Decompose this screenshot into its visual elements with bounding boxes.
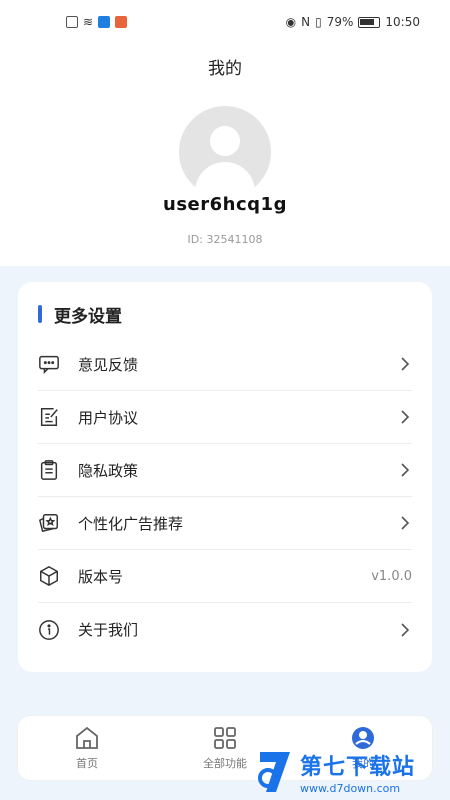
grid-icon xyxy=(214,727,236,749)
tab-home[interactable]: 首页 xyxy=(18,716,156,780)
battery-percent: 79% xyxy=(326,15,354,29)
menu-item-privacy-policy[interactable]: 隐私政策 xyxy=(38,444,412,497)
avatar-body xyxy=(195,162,255,198)
username: user6hcq1g xyxy=(163,194,287,215)
menu-item-label: 个性化广告推荐 xyxy=(78,514,184,533)
chevron-right-icon xyxy=(401,516,410,530)
status-bar: ≋ ◉ N ▯ 79% 10:50 xyxy=(0,0,450,44)
menu-item-label: 用户协议 xyxy=(78,408,139,427)
menu-item-version: 版本号 v1.0.0 xyxy=(38,550,412,603)
watermark: 第七下载站 www.d7down.com xyxy=(256,744,450,800)
page-title: 我的 xyxy=(208,59,242,79)
watermark-url: www.d7down.com xyxy=(300,782,401,795)
status-bar-left: ≋ xyxy=(66,15,128,29)
tab-label: 全部功能 xyxy=(203,757,247,770)
menu-item-feedback[interactable]: 意见反馈 xyxy=(38,338,412,391)
menu-item-label: 版本号 xyxy=(78,567,124,586)
watermark-logo-icon xyxy=(258,752,290,792)
watermark-title: 第七下载站 xyxy=(300,755,416,780)
clock: 10:50 xyxy=(385,15,420,29)
status-bar-right: ◉ N ▯ 79% 10:50 xyxy=(286,15,420,29)
chevron-right-icon xyxy=(401,357,410,371)
section-title-text: 更多设置 xyxy=(54,306,122,327)
feedback-icon xyxy=(38,353,60,375)
vibrate-icon: ▯ xyxy=(315,15,322,29)
app-notification-icon-2 xyxy=(115,16,128,28)
nfc-icon: N xyxy=(301,15,311,29)
version-value: v1.0.0 xyxy=(371,568,412,584)
menu-item-about-us[interactable]: 关于我们 xyxy=(38,603,412,656)
settings-card: 更多设置 意见反馈 用户协议 隐私政策 个性化广告推荐 版本号 v1.0.0 关… xyxy=(18,282,432,672)
menu-item-label: 关于我们 xyxy=(78,621,139,639)
app-notification-icon xyxy=(98,16,111,28)
ad-recommend-icon xyxy=(38,512,60,534)
avatar[interactable] xyxy=(179,106,271,198)
avatar-head xyxy=(210,126,240,156)
wifi-icon: ≋ xyxy=(83,15,94,29)
battery-icon xyxy=(358,16,381,28)
menu-item-label: 隐私政策 xyxy=(78,461,139,480)
info-icon xyxy=(38,619,60,641)
settings-menu: 意见反馈 用户协议 隐私政策 个性化广告推荐 版本号 v1.0.0 关于我们 xyxy=(38,338,412,656)
eye-icon: ◉ xyxy=(285,15,297,29)
cube-icon xyxy=(38,565,60,587)
chevron-right-icon xyxy=(401,410,410,424)
privacy-icon xyxy=(38,459,60,481)
menu-item-user-agreement[interactable]: 用户协议 xyxy=(38,391,412,444)
chevron-right-icon xyxy=(401,463,410,477)
watermark-text: 第七下载站 www.d7down.com xyxy=(300,749,415,795)
menu-item-personalized-ads[interactable]: 个性化广告推荐 xyxy=(38,497,412,550)
agreement-icon xyxy=(38,406,60,428)
tab-label: 首页 xyxy=(76,757,98,770)
section-title: 更多设置 xyxy=(38,302,122,327)
home-icon xyxy=(76,726,98,749)
menu-item-label: 意见反馈 xyxy=(78,355,139,374)
section-title-accent-bar xyxy=(38,305,42,323)
user-id: ID: 32541108 xyxy=(187,233,263,246)
sim-icon xyxy=(66,16,78,28)
chevron-right-icon xyxy=(401,622,410,637)
